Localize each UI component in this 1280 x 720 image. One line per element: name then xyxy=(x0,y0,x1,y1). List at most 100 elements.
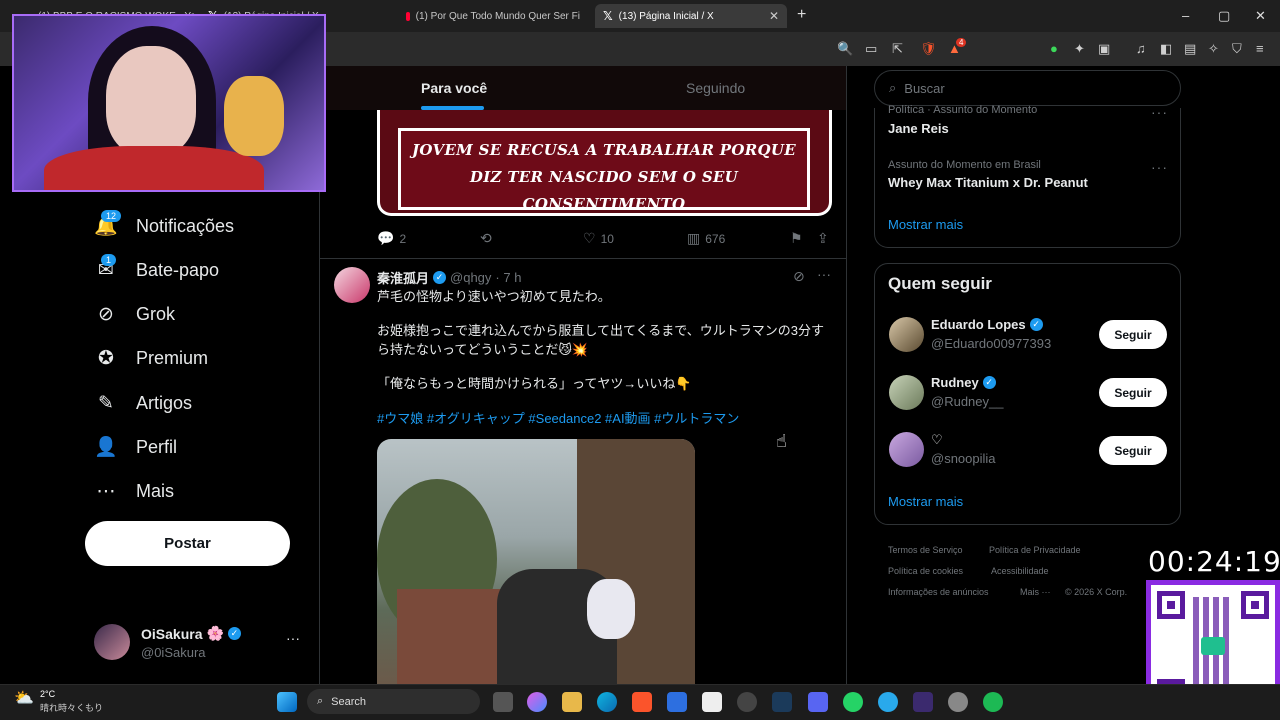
tweet-handle[interactable]: @qhgy xyxy=(450,270,491,285)
taskbar-search[interactable]: ⌕ Search xyxy=(307,689,480,714)
avatar[interactable] xyxy=(889,375,924,410)
more-options-icon[interactable]: ··· xyxy=(817,266,831,282)
show-more-follow-link[interactable]: Mostrar mais xyxy=(888,494,963,509)
divider xyxy=(846,66,847,686)
telegram-icon[interactable] xyxy=(878,692,898,712)
verified-icon: ✓ xyxy=(433,271,447,284)
copyright: © 2026 X Corp. xyxy=(1065,587,1128,597)
app-icon[interactable] xyxy=(913,692,933,712)
store-icon[interactable] xyxy=(667,692,687,712)
avatar[interactable] xyxy=(889,317,924,352)
tweet-image[interactable]: JOVEM SE RECUSA A TRABALHAR PORQUE DIZ T… xyxy=(377,110,832,216)
tweet-author[interactable]: 秦淮孤月 xyxy=(377,268,429,287)
edge-icon[interactable] xyxy=(597,692,617,712)
steam-icon[interactable] xyxy=(772,692,792,712)
sidebar-item-more[interactable]: ⋯ Mais xyxy=(94,475,175,507)
search-icon: ⌕ xyxy=(889,80,897,95)
sidebar-item-profile[interactable]: 👤 Perfil xyxy=(94,431,177,463)
tweet-hashtags[interactable]: #ウマ娘 #オグリキャップ #Seedance2 #AI動画 #ウルトラマン xyxy=(377,409,739,428)
whatsapp-icon[interactable] xyxy=(843,692,863,712)
follow-button[interactable]: Seguir xyxy=(1099,436,1167,465)
views-button[interactable]: ▥ 676 xyxy=(687,230,725,247)
footer-link-cookies[interactable]: Política de cookies xyxy=(888,566,963,576)
cast-icon[interactable]: ▭ xyxy=(865,41,877,57)
chat-count-badge: 1 xyxy=(101,254,117,266)
account-switcher[interactable]: OiSakura 🌸 ✓ @0iSakura ··· xyxy=(94,622,309,666)
tweet-image[interactable] xyxy=(377,439,695,684)
footer-link-terms[interactable]: Termos de Serviço xyxy=(888,545,963,555)
follow-name-row[interactable]: Rudney ✓ xyxy=(931,375,996,390)
zoom-icon[interactable]: 🔍 xyxy=(837,41,853,57)
follow-button[interactable]: Seguir xyxy=(1099,378,1167,407)
share-button[interactable]: ⇪ xyxy=(817,230,829,247)
avatar[interactable] xyxy=(334,267,370,303)
footer-link-more[interactable]: Mais ··· xyxy=(1020,587,1051,597)
discord-icon[interactable] xyxy=(808,692,828,712)
new-tab-button[interactable]: + xyxy=(797,6,806,24)
weather-icon[interactable]: ⛅ xyxy=(14,688,34,708)
tab-youtube-2[interactable]: (1) Por Que Todo Mundo Quer Ser Fi xyxy=(398,4,588,28)
more-options-icon[interactable]: ··· xyxy=(286,630,300,646)
verified-icon: ✓ xyxy=(227,627,241,640)
obs-icon[interactable] xyxy=(737,692,757,712)
wallet-icon[interactable]: ▤ xyxy=(1184,41,1196,57)
settings-icon[interactable] xyxy=(948,692,968,712)
sidebar-item-premium[interactable]: ✪ Premium xyxy=(94,342,208,374)
trend-name[interactable]: Jane Reis xyxy=(888,121,949,136)
footer-link-privacy[interactable]: Política de Privacidade xyxy=(989,545,1081,555)
trend-name[interactable]: Whey Max Titanium x Dr. Peanut xyxy=(888,175,1088,190)
menu-icon[interactable]: ≡ xyxy=(1256,41,1264,56)
show-more-trends-link[interactable]: Mostrar mais xyxy=(888,217,963,232)
follow-name-row[interactable]: Eduardo Lopes ✓ xyxy=(931,317,1043,332)
profile-name: OiSakura xyxy=(141,625,203,642)
footer-link-accessibility[interactable]: Acessibilidade xyxy=(991,566,1049,576)
sidebar-toggle-icon[interactable]: ◧ xyxy=(1160,41,1172,57)
close-tab-icon[interactable]: ✕ xyxy=(769,9,779,23)
task-view-icon[interactable] xyxy=(493,692,513,712)
windows-start-icon[interactable] xyxy=(277,692,297,712)
brave-shield-icon[interactable]: 🛡 xyxy=(920,41,937,57)
more-options-icon[interactable]: ··· xyxy=(1151,104,1168,120)
sidebar-item-label: Bate-papo xyxy=(136,259,220,280)
like-button[interactable]: ♡ 10 xyxy=(583,230,614,247)
sidebar-item-label: Notificações xyxy=(136,215,235,236)
reader-icon[interactable]: ▣ xyxy=(1098,41,1110,57)
tweet-header: 秦淮孤月 ✓ @qhgy · 7 h xyxy=(377,268,521,287)
file-explorer-icon[interactable] xyxy=(562,692,582,712)
youtube-icon xyxy=(406,11,410,21)
tab-x-active[interactable]: 𝕏 (13) Página Inicial / X ✕ xyxy=(595,4,787,28)
tweet-time[interactable]: · 7 h xyxy=(495,270,521,285)
maximize-button[interactable]: ▢ xyxy=(1218,8,1230,24)
minimize-button[interactable]: – xyxy=(1182,8,1189,23)
close-window-button[interactable]: ✕ xyxy=(1255,8,1266,24)
bookmark-button[interactable]: ⚑ xyxy=(790,230,803,247)
tab-for-you[interactable]: Para você xyxy=(421,80,487,96)
spotify-icon[interactable] xyxy=(983,692,1003,712)
sidebar-item-articles[interactable]: ✎ Artigos xyxy=(94,387,192,419)
tab-following[interactable]: Seguindo xyxy=(686,80,745,96)
reply-button[interactable]: 💬 2 xyxy=(377,230,406,247)
capcut-icon[interactable] xyxy=(702,692,722,712)
divider xyxy=(320,258,846,259)
share-icon[interactable]: ⇱ xyxy=(892,41,903,57)
vpn-icon[interactable]: ⛉ xyxy=(1232,41,1242,57)
copilot-icon[interactable] xyxy=(527,692,547,712)
sidebar-item-label: Artigos xyxy=(136,392,193,413)
music-icon[interactable]: ♫ xyxy=(1136,41,1146,56)
follow-button[interactable]: Seguir xyxy=(1099,320,1167,349)
verified-icon: ✓ xyxy=(982,376,996,389)
more-options-icon[interactable]: ··· xyxy=(1151,159,1168,175)
post-button[interactable]: Postar xyxy=(85,521,290,566)
brave-icon[interactable] xyxy=(632,692,652,712)
repost-button[interactable]: ⟲ xyxy=(480,230,492,247)
extensions-icon[interactable]: ✦ xyxy=(1074,41,1085,57)
footer-link-ads[interactable]: Informações de anúncios xyxy=(888,587,989,597)
sidebar-item-grok[interactable]: ⊘ Grok xyxy=(94,298,175,330)
leo-ai-icon[interactable]: ✧ xyxy=(1208,41,1219,57)
extension-status-icon[interactable]: ● xyxy=(1050,41,1058,56)
follow-name-row[interactable]: ♡ xyxy=(931,432,943,448)
search-input[interactable]: ⌕ Buscar xyxy=(874,70,1181,106)
avatar[interactable] xyxy=(889,432,924,467)
bookmark-icon: ⚑ xyxy=(790,230,803,246)
grok-icon[interactable]: ⊘ xyxy=(793,268,805,285)
